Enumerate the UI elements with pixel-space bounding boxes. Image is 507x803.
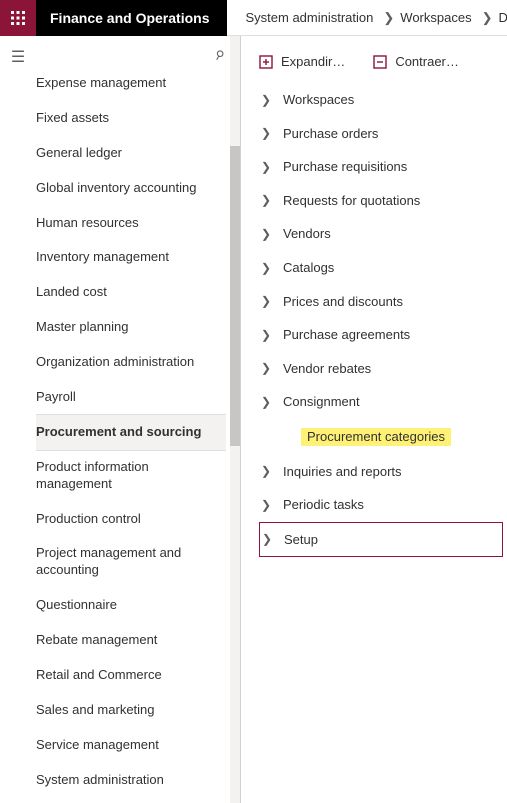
tree-item-purchase-orders[interactable]: ❯ Purchase orders <box>259 117 503 151</box>
tree-item-inquiries-and-reports[interactable]: ❯ Inquiries and reports <box>259 455 503 489</box>
tree-item-purchase-requisitions[interactable]: ❯ Purchase requisitions <box>259 150 503 184</box>
action-bar: Expandir… Contraer… <box>259 54 503 69</box>
tree-label: Prices and discounts <box>283 294 403 310</box>
tree-item-consignment[interactable]: ❯ Consignment <box>259 385 503 419</box>
tree-label: Purchase requisitions <box>283 159 407 175</box>
nav-item-questionnaire[interactable]: Questionnaire <box>36 588 226 623</box>
tree-item-workspaces[interactable]: ❯ Workspaces <box>259 83 503 117</box>
chevron-right-icon: ❯ <box>259 464 273 478</box>
tree-label: Vendors <box>283 226 331 242</box>
tree-label: Purchase agreements <box>283 327 410 343</box>
expand-all-label: Expandir… <box>281 54 345 69</box>
tree-item-prices-and-discounts[interactable]: ❯ Prices and discounts <box>259 285 503 319</box>
module-nav: ⚲ Expense management Fixed assets Genera… <box>36 36 240 803</box>
nav-item-payroll[interactable]: Payroll <box>36 380 226 415</box>
nav-item-human-resources[interactable]: Human resources <box>36 206 226 241</box>
nav-item-product-information-management[interactable]: Product information management <box>36 450 226 502</box>
plus-box-icon <box>259 55 273 69</box>
minus-box-icon <box>373 55 387 69</box>
scrollbar-thumb[interactable] <box>230 146 240 446</box>
chevron-right-icon: ❯ <box>259 361 273 375</box>
chevron-right-icon: ❯ <box>259 498 273 512</box>
nav-item-system-administration[interactable]: System administration <box>36 763 226 798</box>
tree-item-vendor-rebates[interactable]: ❯ Vendor rebates <box>259 352 503 386</box>
nav-item-project-management-and-accounting[interactable]: Project management and accounting <box>36 536 226 588</box>
tree-label: Catalogs <box>283 260 334 276</box>
collapse-all-button[interactable]: Contraer… <box>373 54 459 69</box>
breadcrumb-item[interactable]: Workspaces <box>400 10 471 25</box>
chevron-right-icon: ❯ <box>259 395 273 409</box>
waffle-icon <box>10 10 26 26</box>
pin-icon[interactable]: ⚲ <box>212 47 227 64</box>
chevron-right-icon: ❯ <box>383 10 394 26</box>
tree-item-catalogs[interactable]: ❯ Catalogs <box>259 251 503 285</box>
top-bar: Finance and Operations System administra… <box>0 0 507 36</box>
content-panel: Expandir… Contraer… ❯ Workspaces ❯ Purchas… <box>241 36 507 803</box>
nav-item-service-management[interactable]: Service management <box>36 728 226 763</box>
nav-item-sales-and-marketing[interactable]: Sales and marketing <box>36 693 226 728</box>
left-rail: ☰ <box>0 36 36 803</box>
collapse-all-label: Contraer… <box>395 54 459 69</box>
nav-item-production-control[interactable]: Production control <box>36 502 226 537</box>
chevron-right-icon: ❯ <box>259 160 273 174</box>
tree-item-periodic-tasks[interactable]: ❯ Periodic tasks <box>259 488 503 522</box>
chevron-right-icon: ❯ <box>260 532 274 546</box>
nav-item-expense-management[interactable]: Expense management <box>36 66 226 101</box>
breadcrumb: System administration ❯ Workspaces ❯ Dat… <box>227 0 507 36</box>
chevron-right-icon: ❯ <box>259 93 273 107</box>
nav-item-fixed-assets[interactable]: Fixed assets <box>36 101 226 136</box>
nav-item-rebate-management[interactable]: Rebate management <box>36 623 226 658</box>
nav-item-global-inventory-accounting[interactable]: Global inventory accounting <box>36 171 226 206</box>
area-tree: ❯ Workspaces ❯ Purchase orders ❯ Purchase r… <box>259 83 503 557</box>
tree-label: Vendor rebates <box>283 361 371 377</box>
chevron-right-icon: ❯ <box>259 328 273 342</box>
main-area: ☰ ⚲ Expense management Fixed assets Gene… <box>0 36 507 803</box>
tree-item-procurement-categories[interactable]: Procurement categories <box>259 419 503 455</box>
chevron-right-icon: ❯ <box>259 294 273 308</box>
nav-item-organization-administration[interactable]: Organization administration <box>36 345 226 380</box>
tree-label: Inquiries and reports <box>283 464 402 480</box>
tree-label: Purchase orders <box>283 126 378 142</box>
tree-item-vendors[interactable]: ❯ Vendors <box>259 217 503 251</box>
chevron-right-icon: ❯ <box>259 261 273 275</box>
chevron-right-icon: ❯ <box>259 126 273 140</box>
tree-label: Consignment <box>283 394 360 410</box>
breadcrumb-item[interactable]: Data <box>498 10 507 25</box>
nav-item-inventory-management[interactable]: Inventory management <box>36 240 226 275</box>
tree-label: Workspaces <box>283 92 354 108</box>
chevron-right-icon: ❯ <box>259 227 273 241</box>
hamburger-icon[interactable]: ☰ <box>11 50 25 66</box>
tree-item-purchase-agreements[interactable]: ❯ Purchase agreements <box>259 318 503 352</box>
tree-label: Periodic tasks <box>283 497 364 513</box>
tree-item-requests-for-quotations[interactable]: ❯ Requests for quotations <box>259 184 503 218</box>
scrollbar-vertical[interactable] <box>230 36 240 803</box>
tree-label: Setup <box>284 532 318 548</box>
tree-label: Procurement categories <box>301 428 451 446</box>
breadcrumb-item[interactable]: System administration <box>245 10 373 25</box>
brand-title: Finance and Operations <box>36 0 227 36</box>
expand-all-button[interactable]: Expandir… <box>259 54 345 69</box>
tree-item-setup[interactable]: ❯ Setup <box>259 522 503 558</box>
nav-item-master-planning[interactable]: Master planning <box>36 310 226 345</box>
chevron-right-icon: ❯ <box>259 193 273 207</box>
nav-item-procurement-and-sourcing[interactable]: Procurement and sourcing <box>36 415 226 450</box>
tree-label: Requests for quotations <box>283 193 420 209</box>
chevron-right-icon: ❯ <box>482 10 493 26</box>
app-launcher-button[interactable] <box>0 0 36 36</box>
nav-item-general-ledger[interactable]: General ledger <box>36 136 226 171</box>
nav-item-landed-cost[interactable]: Landed cost <box>36 275 226 310</box>
nav-item-retail-and-commerce[interactable]: Retail and Commerce <box>36 658 226 693</box>
